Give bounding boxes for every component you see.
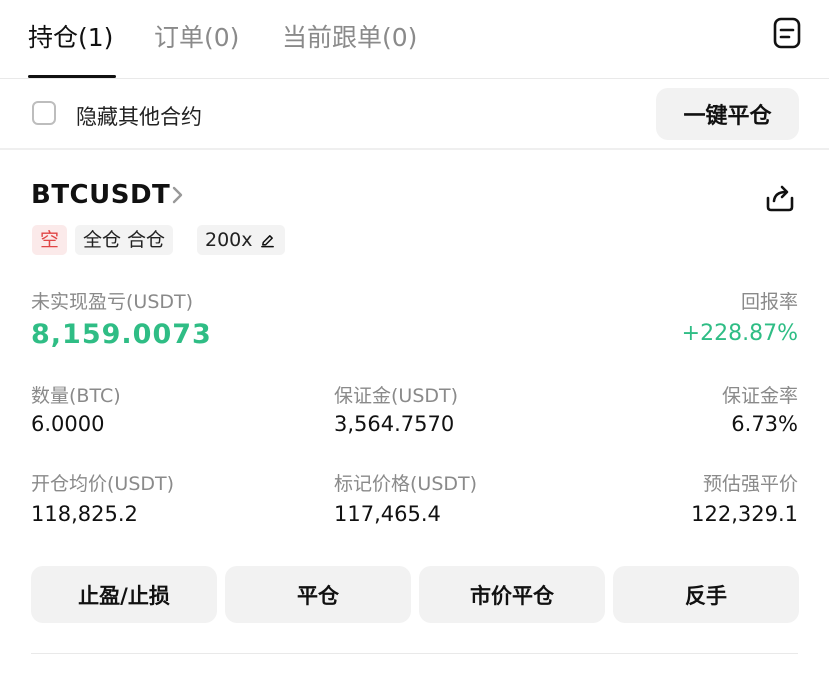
margin-value: 3,564.7570 (334, 412, 455, 436)
pencil-icon[interactable] (260, 233, 275, 248)
margin-label: 保证金(USDT) (334, 385, 459, 407)
leverage-value: 200x (205, 229, 253, 251)
market-close-button[interactable]: 市价平仓 (419, 566, 605, 623)
filter-divider (0, 148, 829, 150)
roe-label: 回报率 (740, 291, 798, 313)
side-tag: 空 (32, 225, 68, 255)
unrealized-pnl-label: 未实现盈亏(USDT) (31, 291, 194, 313)
notes-icon[interactable] (770, 16, 804, 50)
mark-price-value: 117,465.4 (334, 502, 441, 526)
quantity-value: 6.0000 (31, 412, 105, 436)
tab-copy-trading[interactable]: 当前跟单(0) (282, 18, 417, 54)
quantity-label: 数量(BTC) (31, 385, 121, 407)
hide-other-contracts-label[interactable]: 隐藏其他合约 (76, 101, 202, 131)
margin-mode-tag: 全仓 合仓 (75, 225, 174, 255)
close-all-button[interactable]: 一键平仓 (656, 88, 799, 140)
leverage-tag[interactable]: 200x (197, 225, 285, 255)
margin-ratio-label: 保证金率 (721, 385, 798, 407)
liquidation-price-value: 122,329.1 (691, 502, 798, 526)
card-bottom-divider (31, 653, 798, 654)
roe-value: +228.87% (681, 321, 798, 346)
margin-ratio-value: 6.73% (731, 412, 798, 436)
reverse-position-button[interactable]: 反手 (613, 566, 799, 623)
entry-price-value: 118,825.2 (31, 502, 138, 526)
tp-sl-button[interactable]: 止盈/止损 (31, 566, 217, 623)
tabs-divider (0, 78, 829, 79)
position-tabs: 持仓(1) 订单(0) 当前跟单(0) (0, 0, 829, 78)
chevron-right-icon[interactable] (168, 181, 188, 209)
liquidation-price-label: 预估强平价 (702, 473, 798, 495)
unrealized-pnl-value: 8,159.0073 (31, 319, 212, 350)
close-position-button[interactable]: 平仓 (225, 566, 411, 623)
entry-price-label: 开仓均价(USDT) (31, 473, 175, 495)
share-icon[interactable] (762, 181, 798, 215)
tab-orders[interactable]: 订单(0) (154, 18, 239, 54)
position-symbol[interactable]: BTCUSDT (31, 180, 170, 210)
tab-positions[interactable]: 持仓(1) (28, 18, 113, 54)
hide-other-contracts-checkbox[interactable] (32, 101, 56, 125)
mark-price-label: 标记价格(USDT) (334, 473, 478, 495)
